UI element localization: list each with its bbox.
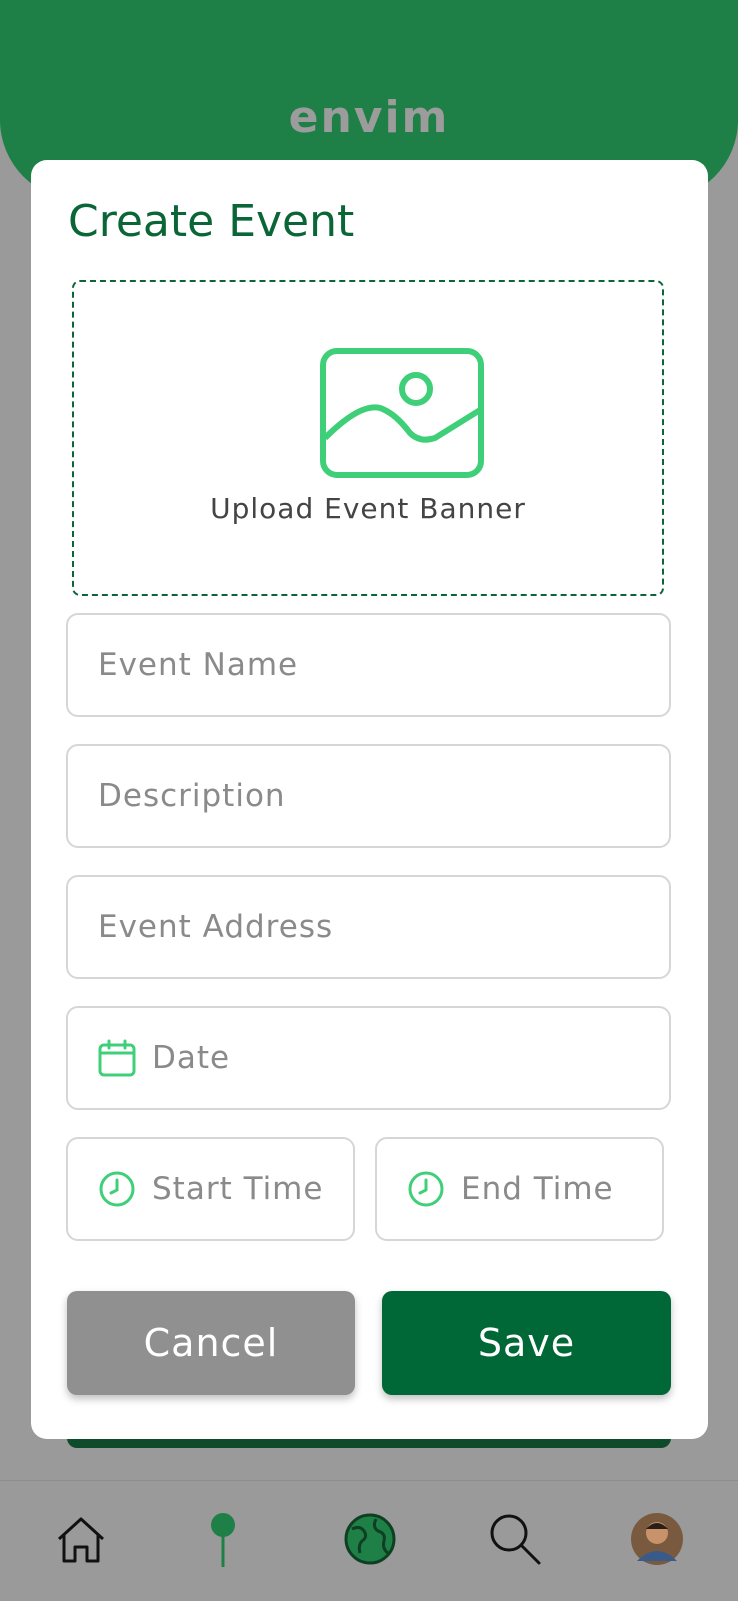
calendar-icon (98, 1039, 136, 1077)
end-time-placeholder: End Time (461, 1171, 614, 1207)
save-button[interactable]: Save (382, 1291, 671, 1395)
event-name-placeholder: Event Name (98, 647, 299, 683)
image-icon (320, 348, 484, 478)
pin-icon[interactable] (195, 1511, 251, 1567)
start-time-placeholder: Start Time (152, 1171, 324, 1207)
search-icon[interactable] (487, 1511, 543, 1567)
cancel-button[interactable]: Cancel (67, 1291, 355, 1395)
bottom-nav (0, 1480, 738, 1601)
globe-icon[interactable] (342, 1511, 398, 1567)
upload-banner-area[interactable]: Upload Event Banner (72, 280, 664, 596)
app-logo: envim (288, 92, 450, 143)
date-field[interactable]: Date (66, 1006, 671, 1110)
clock-icon (99, 1171, 135, 1207)
create-event-modal: Create Event Upload Event Banner Event N… (31, 160, 708, 1439)
avatar[interactable] (629, 1511, 685, 1567)
end-time-field[interactable]: End Time (375, 1137, 664, 1241)
event-name-field[interactable]: Event Name (66, 613, 671, 717)
upload-banner-label: Upload Event Banner (210, 492, 526, 525)
date-placeholder: Date (152, 1040, 231, 1076)
modal-title: Create Event (68, 196, 355, 247)
description-placeholder: Description (98, 778, 286, 814)
home-icon[interactable] (53, 1511, 109, 1567)
clock-icon (408, 1171, 444, 1207)
description-field[interactable]: Description (66, 744, 671, 848)
event-address-placeholder: Event Address (98, 909, 334, 945)
event-address-field[interactable]: Event Address (66, 875, 671, 979)
start-time-field[interactable]: Start Time (66, 1137, 355, 1241)
